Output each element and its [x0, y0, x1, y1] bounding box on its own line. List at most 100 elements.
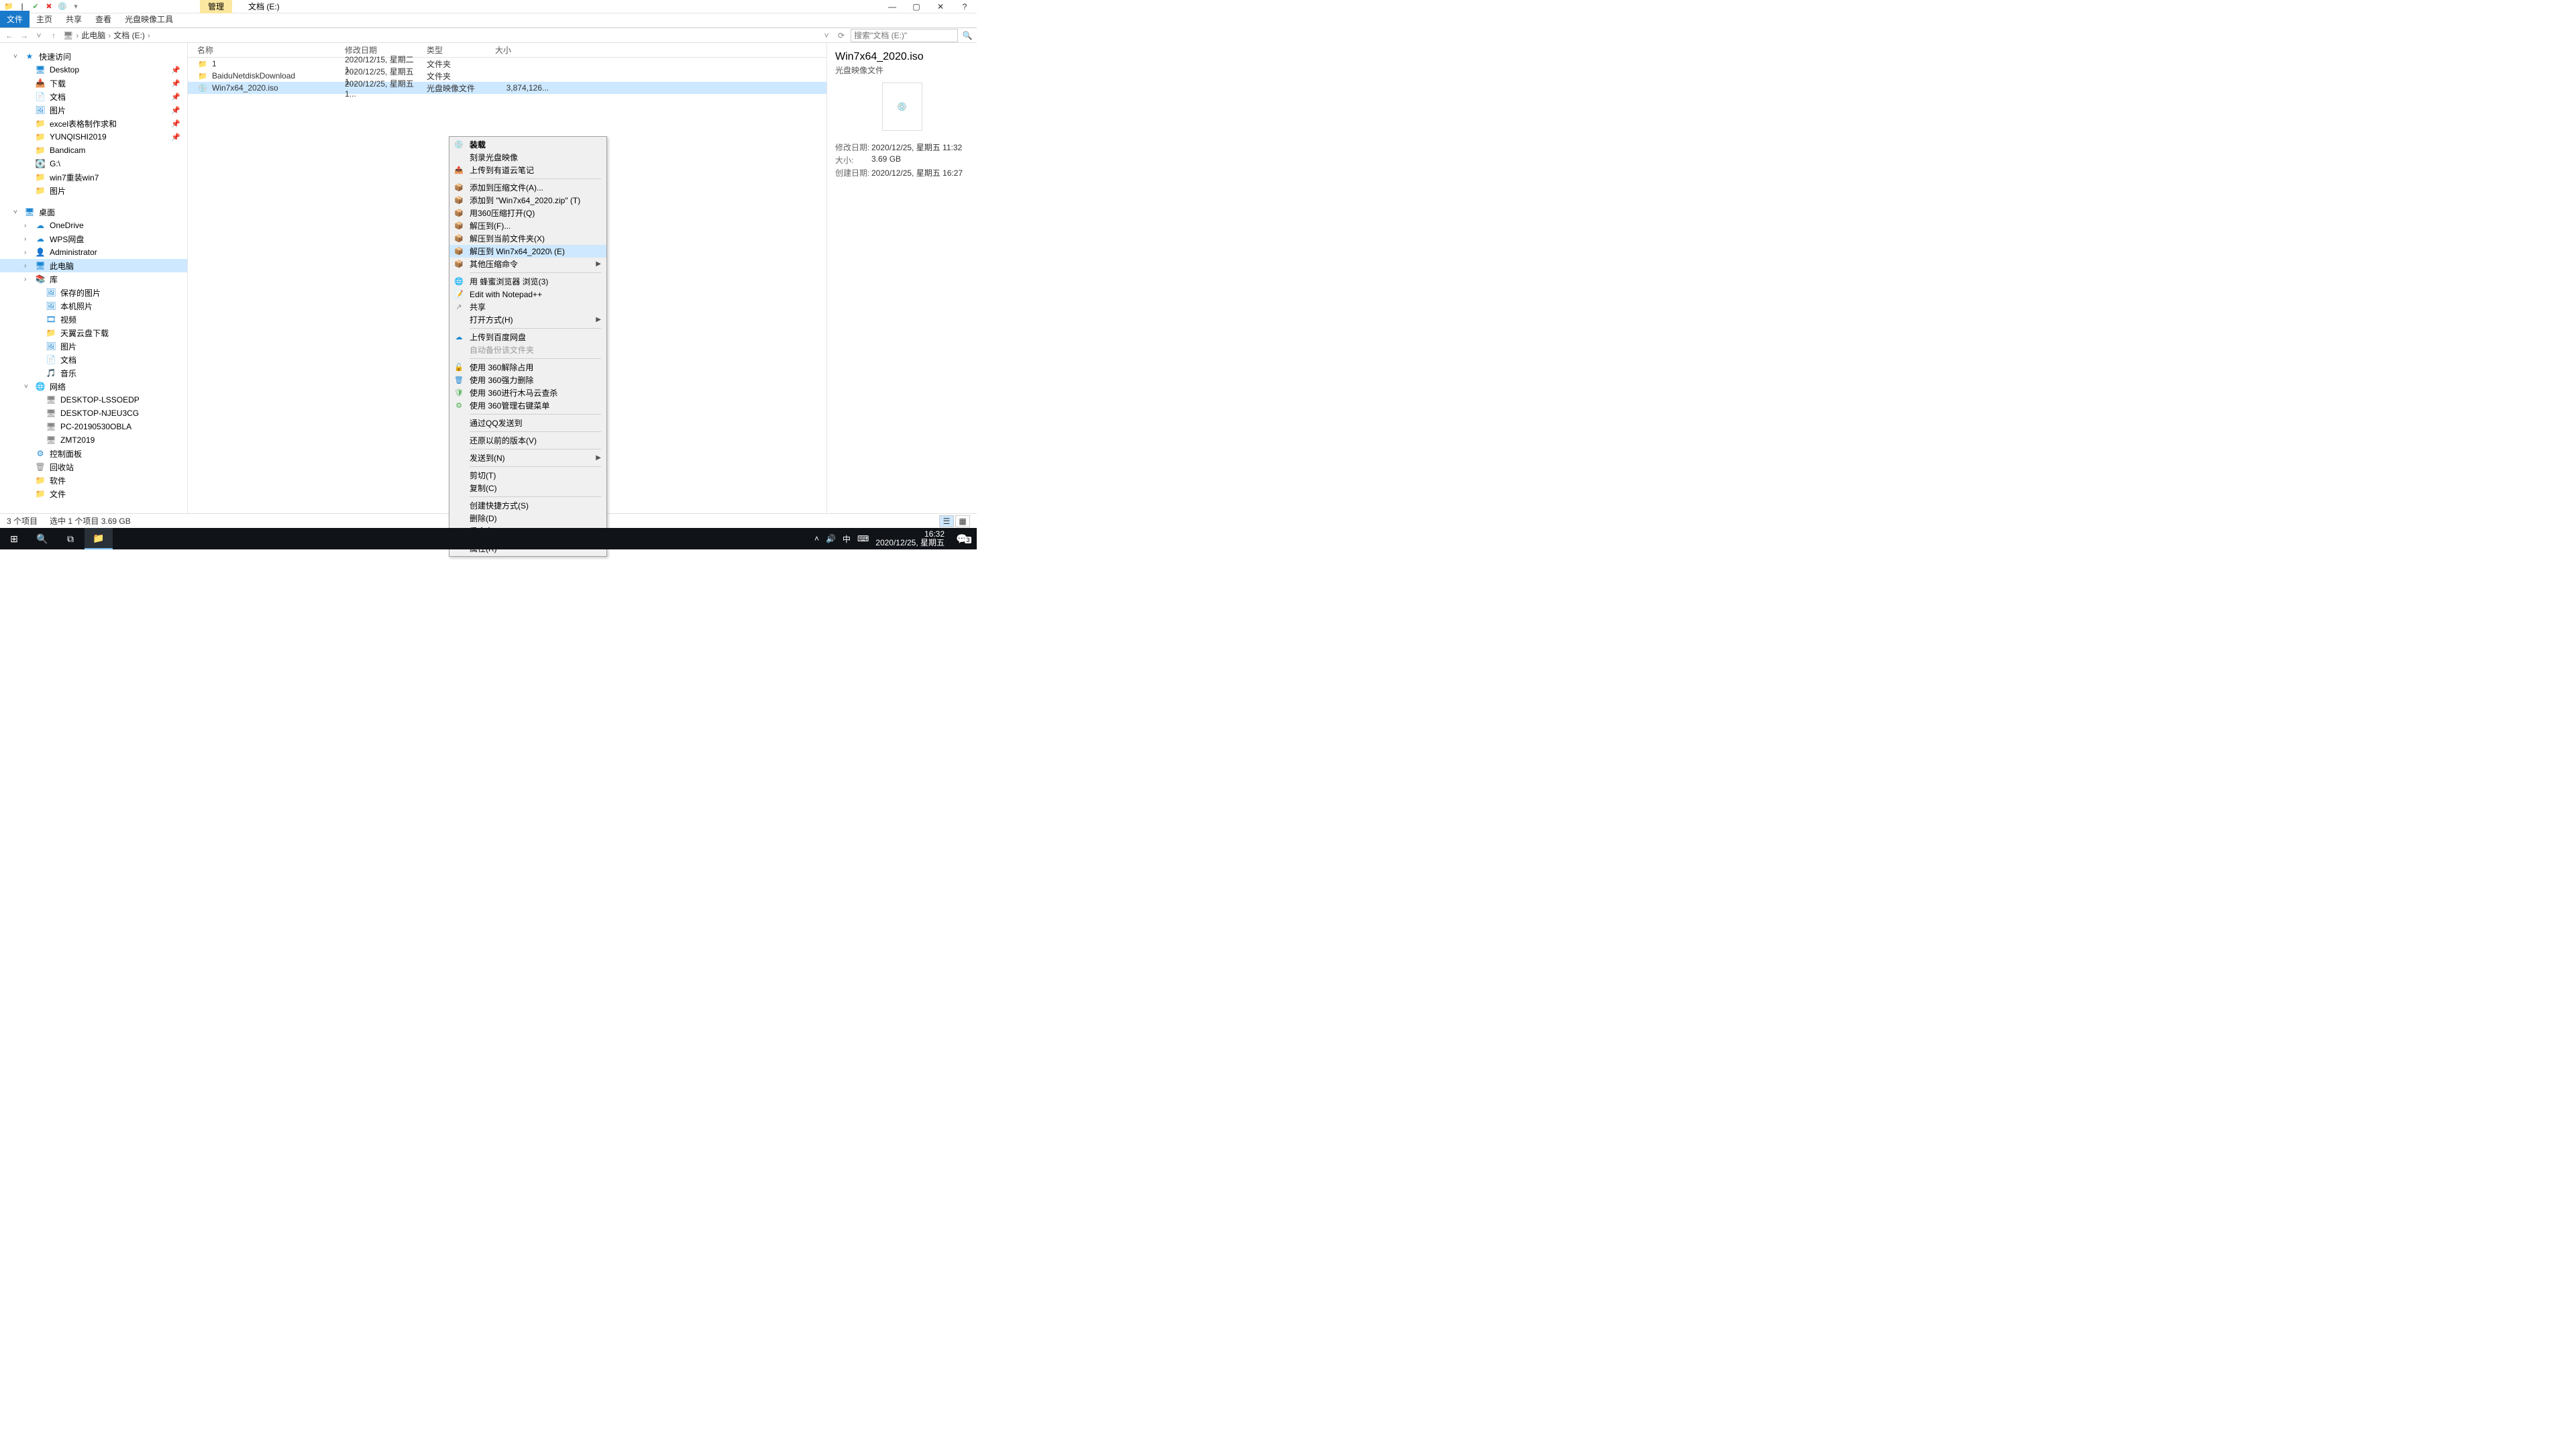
help-icon[interactable]: ?: [955, 2, 974, 11]
tree-item[interactable]: 🖥Desktop📌: [0, 63, 187, 76]
ribbon-tab-iso-tools[interactable]: 光盘映像工具: [118, 11, 180, 28]
tree-network[interactable]: ˅ 🌐 网络: [0, 380, 187, 393]
tree-item[interactable]: 📁软件: [0, 474, 187, 487]
ribbon-tab-file[interactable]: 文件: [0, 11, 30, 28]
tree-quick-access[interactable]: ˅ ★ 快速访问: [0, 50, 187, 63]
menu-item[interactable]: 打开方式(H)▶: [449, 313, 606, 326]
menu-item[interactable]: 📦其他压缩命令▶: [449, 258, 606, 270]
menu-item[interactable]: 🛡使用 360进行木马云查杀: [449, 386, 606, 399]
expand-icon[interactable]: ˅: [24, 383, 31, 390]
menu-item[interactable]: 🌐用 蜂蜜浏览器 浏览(3): [449, 275, 606, 288]
ribbon-tab-view[interactable]: 查看: [89, 11, 118, 28]
start-button[interactable]: ⊞: [0, 528, 28, 549]
keyboard-icon[interactable]: ⌨: [857, 534, 869, 543]
search-button[interactable]: 🔍: [28, 528, 56, 549]
menu-item[interactable]: 发送到(N)▶: [449, 451, 606, 464]
column-type[interactable]: 类型: [427, 44, 495, 56]
menu-item[interactable]: 📦解压到当前文件夹(X): [449, 232, 606, 245]
menu-item[interactable]: 通过QQ发送到: [449, 417, 606, 429]
tree-item[interactable]: 📁Bandicam: [0, 144, 187, 157]
tree-item[interactable]: 🖼本机照片: [0, 299, 187, 313]
menu-item[interactable]: 刻录光盘映像: [449, 151, 606, 164]
context-ribbon-tab[interactable]: 管理: [200, 0, 232, 13]
nav-back-button[interactable]: ←: [4, 31, 15, 40]
list-row[interactable]: 💿Win7x64_2020.iso2020/12/25, 星期五 1...光盘映…: [188, 82, 826, 94]
thumbnails-view-icon[interactable]: ▦: [955, 515, 970, 527]
nav-forward-button[interactable]: →: [19, 31, 30, 40]
close-button[interactable]: ✕: [931, 2, 950, 11]
navigation-tree[interactable]: ˅ ★ 快速访问 🖥Desktop📌📥下载📌📄文档📌🖼图片📌📁excel表格制作…: [0, 43, 188, 513]
nav-up-button[interactable]: ↑: [48, 31, 59, 40]
menu-item[interactable]: 📦添加到 "Win7x64_2020.zip" (T): [449, 194, 606, 207]
breadcrumb[interactable]: 🖥 › 此电脑 › 文档 (E:) ›: [63, 30, 817, 41]
expand-icon[interactable]: ˅: [13, 209, 20, 216]
tree-item[interactable]: 🖥DESKTOP-NJEU3CG: [0, 407, 187, 420]
search-icon[interactable]: 🔍: [962, 31, 973, 40]
tree-item[interactable]: ›🖥此电脑: [0, 259, 187, 272]
expand-icon[interactable]: ›: [24, 249, 31, 256]
expand-icon[interactable]: ˅: [13, 53, 20, 60]
breadcrumb-folder[interactable]: 文档 (E:): [113, 30, 145, 41]
tree-item[interactable]: 📁excel表格制作求和📌: [0, 117, 187, 130]
tree-item[interactable]: 🖼保存的图片: [0, 286, 187, 299]
tree-item[interactable]: ›📚库: [0, 272, 187, 286]
tree-item[interactable]: 🗑回收站: [0, 460, 187, 474]
tree-item[interactable]: ›☁OneDrive: [0, 219, 187, 232]
tree-item[interactable]: 🖼图片📌: [0, 103, 187, 117]
ribbon-tab-share[interactable]: 共享: [59, 11, 89, 28]
menu-item[interactable]: 📤上传到有道云笔记: [449, 164, 606, 176]
menu-item[interactable]: 📦添加到压缩文件(A)...: [449, 181, 606, 194]
menu-item[interactable]: 删除(D): [449, 512, 606, 525]
tree-item[interactable]: 🖥ZMT2019: [0, 433, 187, 447]
tree-item[interactable]: 🎞视频: [0, 313, 187, 326]
menu-item[interactable]: 📦解压到(F)...: [449, 219, 606, 232]
expand-icon[interactable]: ›: [24, 222, 31, 229]
address-dropdown-icon[interactable]: ˅: [821, 31, 832, 40]
tree-item[interactable]: 📥下载📌: [0, 76, 187, 90]
list-row[interactable]: 📁12020/12/15, 星期二 1...文件夹: [188, 58, 826, 70]
list-row[interactable]: 📁BaiduNetdiskDownload2020/12/25, 星期五 1..…: [188, 70, 826, 82]
task-view-button[interactable]: ⧉: [56, 528, 85, 549]
tray-overflow-icon[interactable]: ˄: [814, 534, 819, 543]
ribbon-tab-home[interactable]: 主页: [30, 11, 59, 28]
volume-icon[interactable]: 🔊: [826, 534, 836, 543]
history-dropdown-icon[interactable]: ˅: [34, 31, 44, 40]
menu-item[interactable]: 复制(C): [449, 482, 606, 494]
tree-item[interactable]: 📄文档: [0, 353, 187, 366]
menu-item[interactable]: ⚙使用 360管理右键菜单: [449, 399, 606, 412]
menu-item[interactable]: ↗共享: [449, 301, 606, 313]
menu-item[interactable]: 🗑使用 360强力删除: [449, 374, 606, 386]
tree-item[interactable]: 📁天翼云盘下载: [0, 326, 187, 339]
action-center-icon[interactable]: 💬3: [951, 533, 973, 545]
refresh-icon[interactable]: ⟳: [836, 31, 847, 40]
column-name[interactable]: 名称: [197, 44, 345, 56]
tree-item[interactable]: 📄文档📌: [0, 90, 187, 103]
tree-item[interactable]: 🖥DESKTOP-LSSOEDP: [0, 393, 187, 407]
tree-item[interactable]: 📁win7重装win7: [0, 170, 187, 184]
tree-item[interactable]: 💽G:\: [0, 157, 187, 170]
tree-desktop-root[interactable]: ˅ 🖥 桌面: [0, 205, 187, 219]
explorer-taskbar-icon[interactable]: 📁: [85, 528, 113, 549]
tree-item[interactable]: 📁YUNQISHI2019📌: [0, 130, 187, 144]
menu-item[interactable]: 还原以前的版本(V): [449, 434, 606, 447]
expand-icon[interactable]: ›: [24, 276, 31, 283]
menu-item[interactable]: 🔓使用 360解除占用: [449, 361, 606, 374]
minimize-button[interactable]: —: [883, 2, 902, 11]
ime-indicator[interactable]: 中: [843, 533, 851, 545]
details-view-icon[interactable]: ☰: [939, 515, 954, 527]
tree-item[interactable]: ›👤Administrator: [0, 246, 187, 259]
tree-item[interactable]: 🎵音乐: [0, 366, 187, 380]
column-size[interactable]: 大小: [495, 44, 549, 56]
menu-item[interactable]: 📦用360压缩打开(Q): [449, 207, 606, 219]
breadcrumb-root[interactable]: 此电脑: [81, 30, 105, 41]
tree-item[interactable]: 🖼图片: [0, 339, 187, 353]
menu-item[interactable]: 创建快捷方式(S): [449, 499, 606, 512]
menu-item[interactable]: ☁上传到百度网盘: [449, 331, 606, 343]
expand-icon[interactable]: ›: [24, 235, 31, 243]
tree-item[interactable]: ⚙控制面板: [0, 447, 187, 460]
expand-icon[interactable]: ›: [24, 262, 31, 270]
menu-item[interactable]: 📦解压到 Win7x64_2020\ (E): [449, 245, 606, 258]
tree-item[interactable]: 📁图片: [0, 184, 187, 197]
menu-item[interactable]: 📝Edit with Notepad++: [449, 288, 606, 301]
menu-item[interactable]: 剪切(T): [449, 469, 606, 482]
